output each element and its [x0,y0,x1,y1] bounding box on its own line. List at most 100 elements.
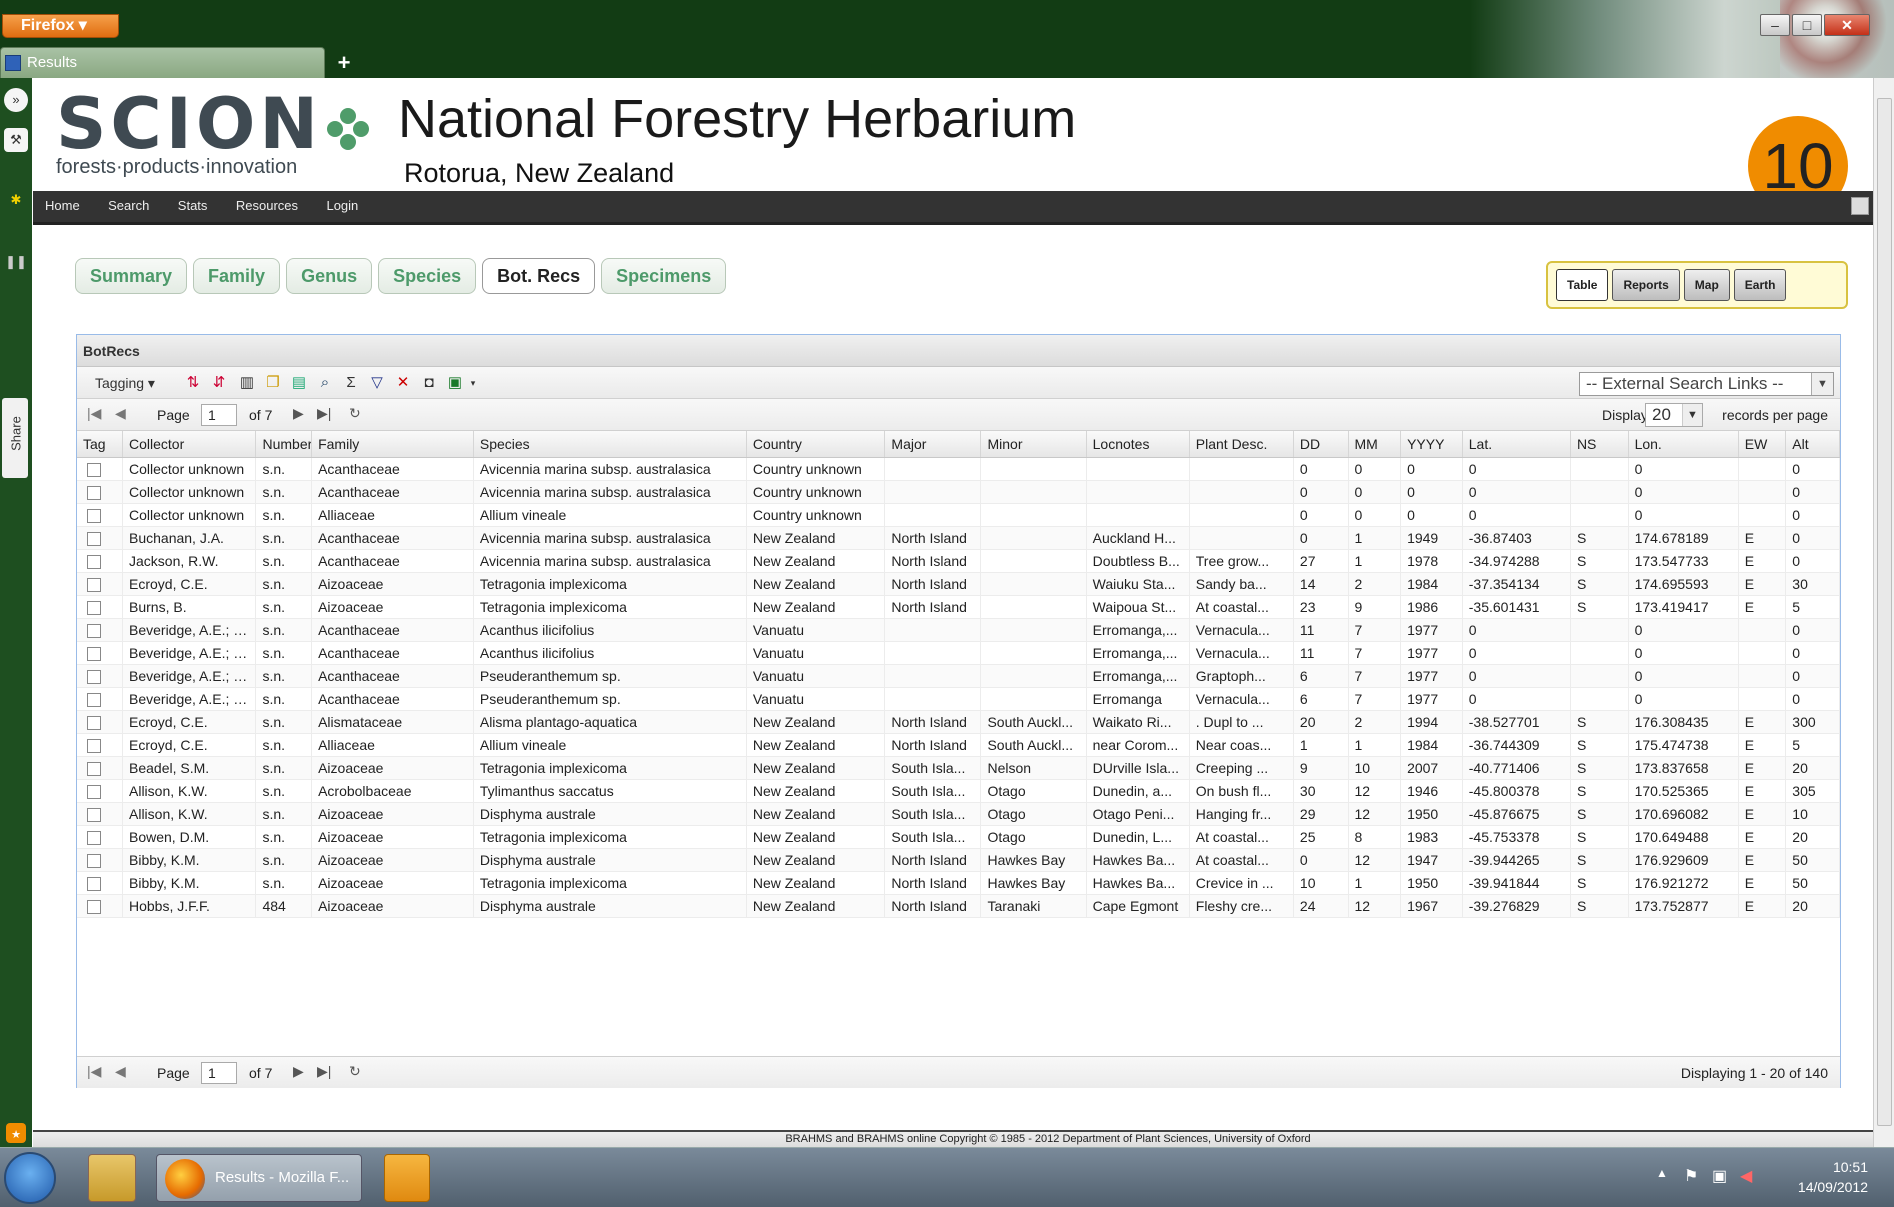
star-icon[interactable]: ✱ [4,188,28,212]
tab-genus[interactable]: Genus [286,258,373,294]
column-header[interactable]: Number [255,431,313,458]
tag-cell[interactable] [77,595,123,619]
tag-cell[interactable] [77,664,123,688]
table-row[interactable]: Collector unknown s.n. Alliaceae Allium vin… [77,503,1840,527]
column-header[interactable]: Major [884,431,982,458]
tag-checkbox[interactable] [87,623,101,638]
tag-cell[interactable] [77,710,123,734]
firefox-task-button[interactable]: Results - Mozilla F... [156,1154,362,1202]
calculator-icon[interactable] [1851,197,1869,215]
clear-filter-icon[interactable]: ✕ [393,373,413,393]
maximize-button[interactable]: □ [1792,14,1822,36]
column-header[interactable]: Lat. [1462,431,1571,458]
tag-checkbox[interactable] [87,738,101,753]
action-center-flag-icon[interactable]: ⚑ [1684,1166,1698,1186]
firefox-menu-button[interactable]: Firefox ▾ [2,14,119,38]
column-header[interactable]: Country [746,431,886,458]
table-row[interactable]: Bibby, K.M. s.n. Aizoaceae Tetragonia imple… [77,871,1840,895]
column-header[interactable]: Minor [980,431,1087,458]
table-row[interactable]: Buchanan, J.A. s.n. Acanthaceae Avicennia m… [77,526,1840,550]
tag-cell[interactable] [77,825,123,849]
table-row[interactable]: Ecroyd, C.E. s.n. Aizoaceae Tetragonia impl… [77,572,1840,596]
tag-checkbox[interactable] [87,485,101,500]
tag-cell[interactable] [77,871,123,895]
tag-checkbox[interactable] [87,531,101,546]
column-header[interactable]: Plant Desc. [1189,431,1294,458]
nav-home[interactable]: Home [45,191,80,221]
tag-checkbox[interactable] [87,830,101,845]
tag-cell[interactable] [77,641,123,665]
tag-cell[interactable] [77,687,123,711]
system-clock[interactable]: 10:51 14/09/2012 [1798,1157,1868,1197]
page-input[interactable]: 1 [201,1062,237,1084]
tag-checkbox[interactable] [87,462,101,477]
tag-checkbox[interactable] [87,577,101,592]
column-header[interactable]: Locnotes [1086,431,1190,458]
table-row[interactable]: Beveridge, A.E.; Ecr... s.n. Acanthaceae Ps… [77,687,1840,711]
table-row[interactable]: Collector unknown s.n. Acanthaceae Avicenni… [77,480,1840,504]
column-header[interactable]: EW [1738,431,1787,458]
browser-tab-results[interactable]: Results [0,47,325,78]
tag-cell[interactable] [77,802,123,826]
tag-cell[interactable] [77,457,123,481]
tag-checkbox[interactable] [87,876,101,891]
table-row[interactable]: Allison, K.W. s.n. Aizoaceae Disphyma austr… [77,802,1840,826]
tag-cell[interactable] [77,503,123,527]
tag-cell[interactable] [77,733,123,757]
last-page-icon[interactable]: ▶| [317,1063,331,1080]
bookmark-icon[interactable]: ★ [6,1123,26,1143]
tag-checkbox[interactable] [87,669,101,684]
refresh-icon[interactable]: ↻ [349,1063,361,1080]
refresh-icon[interactable]: ↻ [349,405,361,422]
filter-icon[interactable]: ▽ [367,373,387,393]
nav-stats[interactable]: Stats [178,191,208,221]
tag-checkbox[interactable] [87,807,101,822]
columns-icon[interactable]: ▥ [237,373,257,393]
table-row[interactable]: Burns, B. s.n. Aizoaceae Tetragonia implexi… [77,595,1840,619]
first-page-icon[interactable]: |◀ [87,405,101,422]
nav-resources[interactable]: Resources [236,191,298,221]
sort-desc-icon[interactable]: ⇵ [209,373,229,393]
tab-summary[interactable]: Summary [75,258,188,294]
next-page-icon[interactable]: ▶ [293,405,304,422]
prev-page-icon[interactable]: ◀ [115,1063,126,1080]
last-page-icon[interactable]: ▶| [317,405,331,422]
tag-cell[interactable] [77,549,123,573]
prev-page-icon[interactable]: ◀ [115,405,126,422]
excel-icon[interactable]: ▣ [445,373,465,393]
close-window-button[interactable]: ✕ [1824,14,1870,36]
outlook-task-icon[interactable] [384,1154,430,1202]
view-table-button[interactable]: Table [1556,269,1609,301]
export-icon[interactable]: ▤ [289,373,309,393]
column-header[interactable]: MM [1348,431,1402,458]
tag-cell[interactable] [77,848,123,872]
tag-cell[interactable] [77,572,123,596]
volume-muted-icon[interactable]: ◀ [1740,1166,1752,1186]
view-reports-button[interactable]: Reports [1612,269,1680,301]
column-header[interactable]: YYYY [1400,431,1463,458]
tools-icon[interactable]: ⚒ [4,128,28,152]
first-page-icon[interactable]: |◀ [87,1063,101,1080]
tag-checkbox[interactable] [87,715,101,730]
tab-specimens[interactable]: Specimens [601,258,727,294]
table-row[interactable]: Jackson, R.W. s.n. Acanthaceae Avicennia ma… [77,549,1840,573]
tag-checkbox[interactable] [87,784,101,799]
new-tab-button[interactable]: + [329,49,359,78]
column-header[interactable]: Family [311,431,474,458]
sort-asc-icon[interactable]: ⇅ [183,373,203,393]
table-row[interactable]: Allison, K.W. s.n. Acrobolbaceae Tylimanthu… [77,779,1840,803]
tag-checkbox[interactable] [87,853,101,868]
tag-cell[interactable] [77,756,123,780]
copy-icon[interactable]: ❐ [263,373,283,393]
column-header[interactable]: Species [473,431,747,458]
column-header[interactable]: Collector [122,431,257,458]
sum-icon[interactable]: Σ [341,373,361,393]
table-row[interactable]: Collector unknown s.n. Acanthaceae Avicenni… [77,457,1840,481]
column-header[interactable]: Lon. [1628,431,1739,458]
table-row[interactable]: Ecroyd, C.E. s.n. Alliaceae Allium vineale N… [77,733,1840,757]
tag-checkbox[interactable] [87,646,101,661]
expand-icon[interactable]: » [4,88,28,112]
tab-species[interactable]: Species [378,258,477,294]
table-row[interactable]: Beveridge, A.E.; Mit... s.n. Acanthaceae Ac… [77,618,1840,642]
per-page-select[interactable]: 20 ▼ [1645,403,1703,427]
